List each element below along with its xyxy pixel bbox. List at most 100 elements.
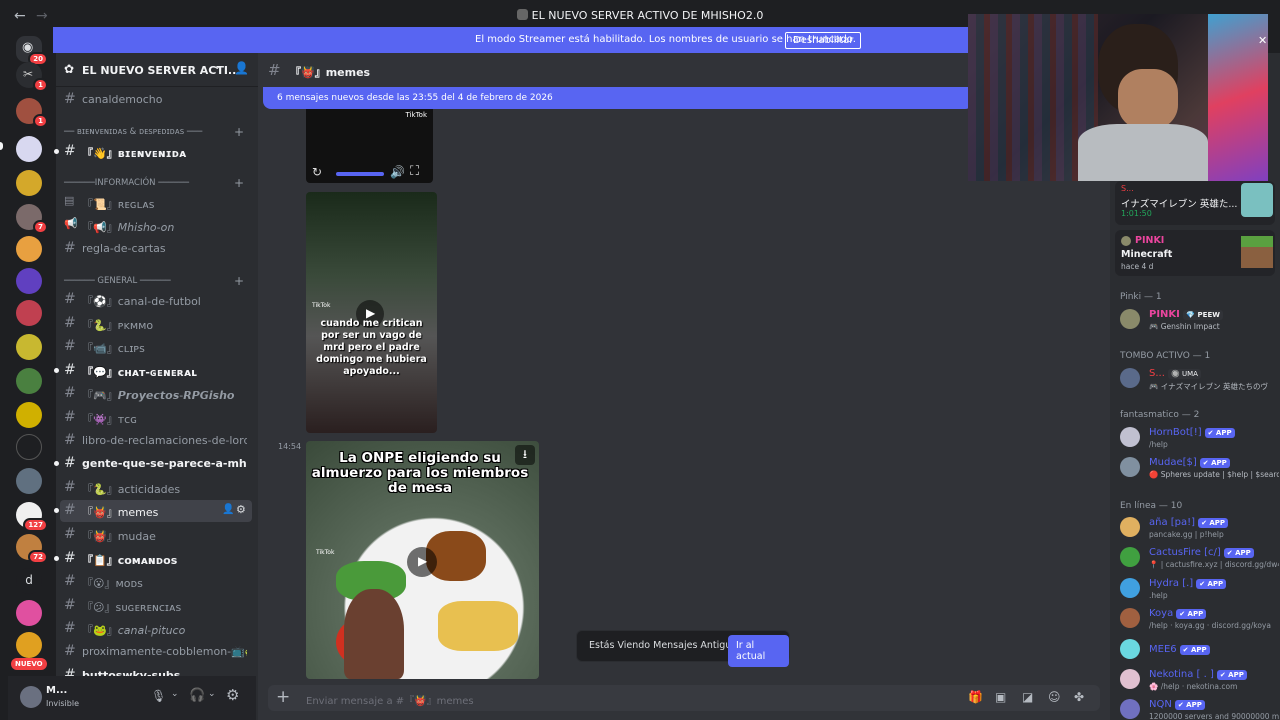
invite-icon[interactable]: 👤 [222, 504, 234, 515]
apps-icon[interactable]: ✤ [1074, 690, 1084, 704]
microphone-icon[interactable]: 🎙 [151, 689, 166, 703]
user-status: Invisible [46, 699, 79, 708]
emoji-icon[interactable]: ☺ [1048, 690, 1061, 704]
new-badge[interactable]: NUEVO [11, 658, 47, 670]
server-header[interactable]: ✿ EL NUEVO SERVER ACTI... ⌄ 👤 [56, 53, 258, 87]
invite-people-icon[interactable]: 👤 [234, 61, 249, 75]
activity-time: hace 4 d [1121, 262, 1154, 271]
server-icon[interactable]: 7 [16, 204, 48, 234]
avatar[interactable] [20, 686, 42, 708]
channel-item[interactable]: # 『👹』mudae [60, 524, 252, 546]
server-icon[interactable]: d [16, 568, 42, 594]
chevron-down-icon[interactable]: ⌄ [213, 61, 221, 72]
channel-item[interactable]: # 『💬』ᴄʜᴀᴛ-ɢᴇɴᴇʀᴀʟ [54, 360, 252, 382]
video-embed[interactable]: TikTok ↻ 🔊 ⛶ [306, 109, 433, 183]
server-icon[interactable] [16, 236, 42, 262]
volume-icon[interactable]: 🔊 [390, 165, 405, 179]
video-embed[interactable]: La ONPE eligiendo su almuerzo para los m… [306, 441, 539, 679]
server-icon[interactable]: 127 [16, 502, 48, 532]
channel-item[interactable]: # 『👋』ʙɪᴇɴᴠᴇɴɪᴅᴀ [54, 141, 252, 163]
chevron-down-icon[interactable]: ⌄ [171, 689, 179, 699]
channel-item[interactable]: 📢 『📢』𝘔𝘩𝘪𝘴𝘩𝘰-𝘰𝘯 [60, 215, 252, 237]
member-group-header: Pinki — 1 [1120, 292, 1162, 302]
activity-game: イナズマイレブン 英雄た... [1121, 199, 1238, 210]
server-icon[interactable]: 72 [16, 534, 48, 564]
channel-item-selected[interactable]: # 『👹』memes 👤 ⚙ [54, 500, 252, 522]
fullscreen-icon[interactable]: ⛶ [410, 164, 419, 179]
server-icon[interactable] [16, 434, 42, 460]
channel-sidebar: ✿ EL NUEVO SERVER ACTI... ⌄ 👤 # canaldemo… [54, 53, 258, 720]
activity-game: Minecraft [1121, 249, 1173, 260]
channel-item[interactable]: # canaldemocho [60, 89, 252, 111]
server-icon[interactable] [16, 300, 42, 326]
server-icon[interactable]: ✂ 1 [16, 62, 48, 92]
category-header[interactable]: ────── GENERAL ────── + [64, 274, 244, 288]
server-icon[interactable] [16, 170, 42, 196]
channel-item[interactable]: #proximamente-cobblemon-📺🐢... [60, 641, 252, 663]
channel-item[interactable]: # libro-de-reclamaciones-de-lord-... [60, 430, 252, 452]
chevron-down-icon[interactable]: ⌄ [208, 689, 216, 699]
add-attachment-icon[interactable]: + [276, 687, 290, 707]
channel-item[interactable]: # 『📹』ᴄʟɪᴘꜱ [60, 336, 252, 358]
message-input[interactable]: Enviar mensaje a #『👹』memes [306, 692, 474, 707]
direct-messages-icon[interactable]: ◉ 20 [16, 36, 48, 66]
server-icon[interactable] [16, 136, 42, 162]
server-icon[interactable] [16, 268, 42, 294]
category-header[interactable]: ──────INFORMACIÓN ────── + [64, 176, 244, 190]
avatar [1120, 578, 1140, 598]
download-icon[interactable]: ⭳ [515, 445, 535, 465]
member-item[interactable]: PINKI 💎 PEEW 🎮 Genshin Impact [1120, 306, 1280, 334]
close-icon[interactable]: ✕ [1258, 34, 1267, 47]
member-item[interactable]: MEE6 ✔ APP [1120, 636, 1280, 664]
channel-item[interactable]: # 『😕』ꜱᴜɢᴇʀᴇɴᴄɪᴀꜱ [60, 595, 252, 617]
category-header[interactable]: ── ʙɪᴇɴᴠᴇɴɪᴅᴀꜱ & ᴅᴇꜱᴘᴇᴅɪᴅᴀꜱ ─── + [64, 125, 244, 139]
server-icon[interactable]: 1 [16, 98, 48, 128]
settings-gear-icon[interactable]: ⚙ [226, 686, 239, 704]
channel-item[interactable]: # 『🐍』ᴘᴋᴍᴍᴏ [60, 313, 252, 335]
member-item[interactable]: Koya ✔ APP /help · koya.gg · discord.gg/k… [1120, 605, 1280, 633]
member-item[interactable]: Hydra [.] ✔ APP .help [1120, 575, 1280, 603]
server-icon[interactable] [16, 402, 42, 428]
channel-item[interactable]: # 『🎮』𝙋𝙧𝙤𝙮𝙚𝙘𝙩𝙤𝙨-𝙍𝙋𝙂𝙞𝙨𝙝𝙤 [60, 383, 252, 405]
video-embed[interactable]: TikTok ▶ cuando me critican por ser un v… [306, 192, 437, 433]
notification-badge: 127 [23, 518, 48, 532]
volume-slider[interactable] [336, 172, 384, 176]
channel-item[interactable]: # 『📋』ᴄᴏᴍᴀɴᴅᴏꜱ [54, 548, 252, 570]
server-icon[interactable] [16, 468, 42, 494]
new-messages-bar[interactable]: 6 mensajes nuevos desde las 23:55 del 4 … [263, 87, 973, 109]
tiktok-watermark: TikTok [312, 302, 331, 309]
activity-card[interactable]: PINKI Minecraft hace 4 d [1115, 230, 1275, 276]
server-icon[interactable] [16, 368, 42, 394]
avatar [1120, 309, 1140, 329]
member-item[interactable]: Mudae[$] ✔ APP 🔴 Spheres update | $help |… [1120, 454, 1280, 482]
server-icon[interactable] [16, 632, 42, 658]
channel-item[interactable]: # 『😮』ᴍᴏᴅꜱ [60, 571, 252, 593]
server-icon[interactable] [16, 600, 42, 626]
replay-icon[interactable]: ↻ [312, 165, 322, 179]
member-item[interactable]: Nekotina [ . ] ✔ APP 🌸 /help · nekotina.c… [1120, 666, 1280, 694]
gear-icon[interactable]: ⚙ [236, 503, 246, 516]
channel-item[interactable]: ▤ 『📜』ʀᴇɢʟᴀꜱ [60, 192, 252, 214]
channel-item[interactable]: #gente-que-se-parece-a-mhisho-... [54, 453, 252, 475]
member-item[interactable]: NQN ✔ APP 1200000 servers and 90000000 me [1120, 696, 1280, 720]
channel-item[interactable]: # regla-de-cartas [60, 238, 252, 260]
channel-item[interactable]: # 『🐸』𝘤𝘢𝘯𝘢𝘭-𝘱𝘪𝘵𝘶𝘤𝘰 [60, 618, 252, 640]
member-item[interactable]: S... 🔘 UMA 🎮 イナズマイレブン 英雄たちのヴ [1120, 365, 1280, 393]
avatar [1120, 517, 1140, 537]
channel-item[interactable]: # 『👾』ᴛᴄɢ [60, 407, 252, 429]
jump-to-present-button[interactable]: Ir al actual [728, 635, 789, 667]
channel-item[interactable]: # 『⚽』canal-de-futbol [60, 289, 252, 311]
member-item[interactable]: HornBot[!] ✔ APP /help [1120, 424, 1280, 452]
play-button[interactable]: ▶ [407, 547, 437, 577]
server-icon[interactable] [16, 334, 42, 360]
gift-icon[interactable]: 🎁 [968, 690, 983, 704]
channel-item[interactable]: # 『🐍』acticidades [60, 477, 252, 499]
disable-streamer-button[interactable]: Deshabilitar [785, 32, 862, 49]
activity-card[interactable]: S... イナズマイレブン 英雄た... 1:01:50 [1115, 181, 1275, 225]
member-item[interactable]: aña [pa!] ✔ APP pancake.gg | p!help [1120, 514, 1280, 542]
sticker-icon[interactable]: ◪ [1022, 690, 1033, 704]
gif-icon[interactable]: ▣ [995, 690, 1006, 704]
member-item[interactable]: CactusFire [c/] ✔ APP 📍 | cactusfire.xyz … [1120, 544, 1280, 572]
headphones-icon[interactable]: 🎧 [189, 688, 205, 703]
tiktok-watermark: TikTok [405, 111, 427, 119]
